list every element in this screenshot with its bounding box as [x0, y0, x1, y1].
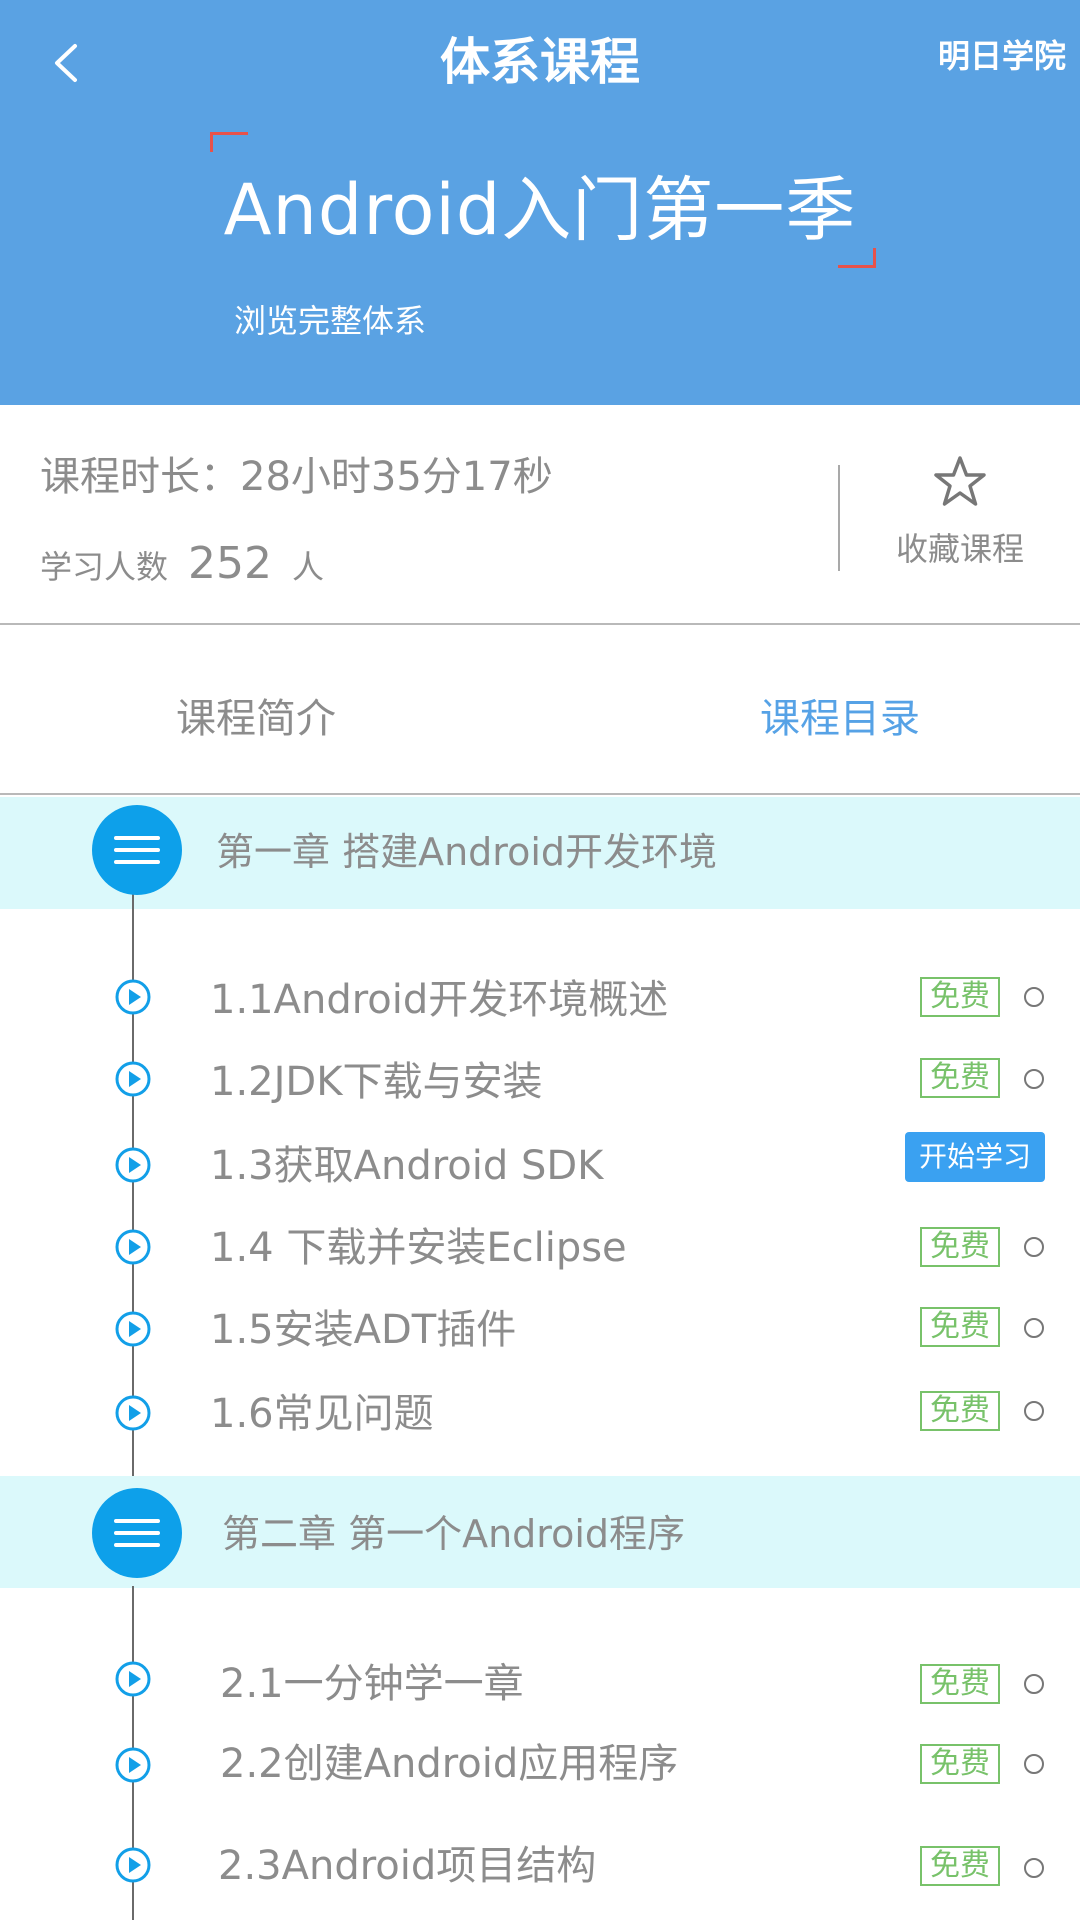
lesson-radio[interactable] — [1024, 987, 1044, 1007]
play-circle-icon[interactable] — [114, 1228, 152, 1266]
course-name: Android入门第一季 — [223, 169, 857, 251]
lesson-title[interactable]: 1.6常见问题 — [210, 1384, 434, 1444]
menu-icon — [92, 805, 182, 895]
free-badge: 免费 — [920, 1058, 1000, 1098]
lesson-radio[interactable] — [1024, 1069, 1044, 1089]
play-circle-icon[interactable] — [114, 1146, 152, 1184]
play-circle-icon[interactable] — [114, 1846, 152, 1884]
free-badge: 免费 — [920, 1744, 1000, 1784]
lesson-title[interactable]: 1.2JDK下载与安装 — [210, 1052, 542, 1112]
chapter-title: 第二章 第一个Android程序 — [222, 1512, 685, 1556]
lesson-title[interactable]: 1.3获取Android SDK — [210, 1136, 603, 1196]
lesson-radio[interactable] — [1024, 1401, 1044, 1421]
free-badge: 免费 — [920, 1227, 1000, 1267]
lesson-title[interactable]: 1.4 下载并安装Eclipse — [210, 1218, 627, 1278]
page-title: 体系课程 — [440, 33, 640, 91]
star-icon — [934, 456, 986, 506]
start-learning-button[interactable]: 开始学习 — [905, 1132, 1045, 1182]
learners-number: 252 — [188, 538, 272, 589]
favorite-label: 收藏课程 — [895, 530, 1024, 568]
lesson-title[interactable]: 2.1一分钟学一章 — [220, 1654, 524, 1714]
free-badge: 免费 — [920, 977, 1000, 1017]
lesson-radio[interactable] — [1024, 1754, 1044, 1774]
lesson-title[interactable]: 2.2创建Android应用程序 — [220, 1734, 678, 1794]
lesson-title[interactable]: 1.1Android开发环境概述 — [210, 970, 668, 1030]
lesson-radio[interactable] — [1024, 1674, 1044, 1694]
learners-label: 学习人数 — [40, 548, 169, 586]
play-circle-icon[interactable] — [114, 978, 152, 1016]
corner-bracket-top-left — [210, 132, 248, 152]
course-page: 体系课程 明日学院 Android入门第一季 浏览完整体系 课程时长：28小时3… — [0, 0, 1080, 1920]
tab-course-catalog[interactable]: 课程目录 — [760, 691, 920, 747]
free-badge: 免费 — [920, 1664, 1000, 1704]
free-badge: 免费 — [920, 1846, 1000, 1886]
course-info: 课程时长：28小时35分17秒 学习人数 252 人 收藏课程 — [0, 405, 1080, 625]
info-divider — [838, 465, 840, 571]
lesson-title[interactable]: 2.3Android项目结构 — [218, 1836, 596, 1896]
play-circle-icon[interactable] — [114, 1746, 152, 1784]
free-badge: 免费 — [920, 1391, 1000, 1431]
brand-label: 明日学院 — [937, 37, 1066, 75]
play-circle-icon[interactable] — [114, 1394, 152, 1432]
corner-bracket-bottom-right — [838, 248, 876, 268]
lesson-radio[interactable] — [1024, 1318, 1044, 1338]
course-tabs: 课程简介 课程目录 — [0, 627, 1080, 795]
menu-icon — [92, 1488, 182, 1578]
chapter-title: 第一章 搭建Android开发环境 — [216, 830, 717, 874]
browse-full-system-link[interactable]: 浏览完整体系 — [234, 298, 426, 344]
lesson-title[interactable]: 1.5安装ADT插件 — [210, 1300, 516, 1360]
free-badge: 免费 — [920, 1307, 1000, 1347]
learner-count: 学习人数 252 人 — [40, 529, 324, 602]
lesson-radio[interactable] — [1024, 1858, 1044, 1878]
play-circle-icon[interactable] — [114, 1310, 152, 1348]
favorite-course-button[interactable]: 收藏课程 — [860, 453, 1060, 579]
play-circle-icon[interactable] — [114, 1660, 152, 1698]
lesson-radio[interactable] — [1024, 1237, 1044, 1257]
play-circle-icon[interactable] — [114, 1060, 152, 1098]
course-duration: 课程时长：28小时35分17秒 — [40, 454, 553, 500]
learners-unit: 人 — [292, 548, 325, 586]
tab-course-intro[interactable]: 课程简介 — [176, 691, 336, 747]
course-header: 体系课程 明日学院 Android入门第一季 浏览完整体系 — [0, 0, 1080, 405]
